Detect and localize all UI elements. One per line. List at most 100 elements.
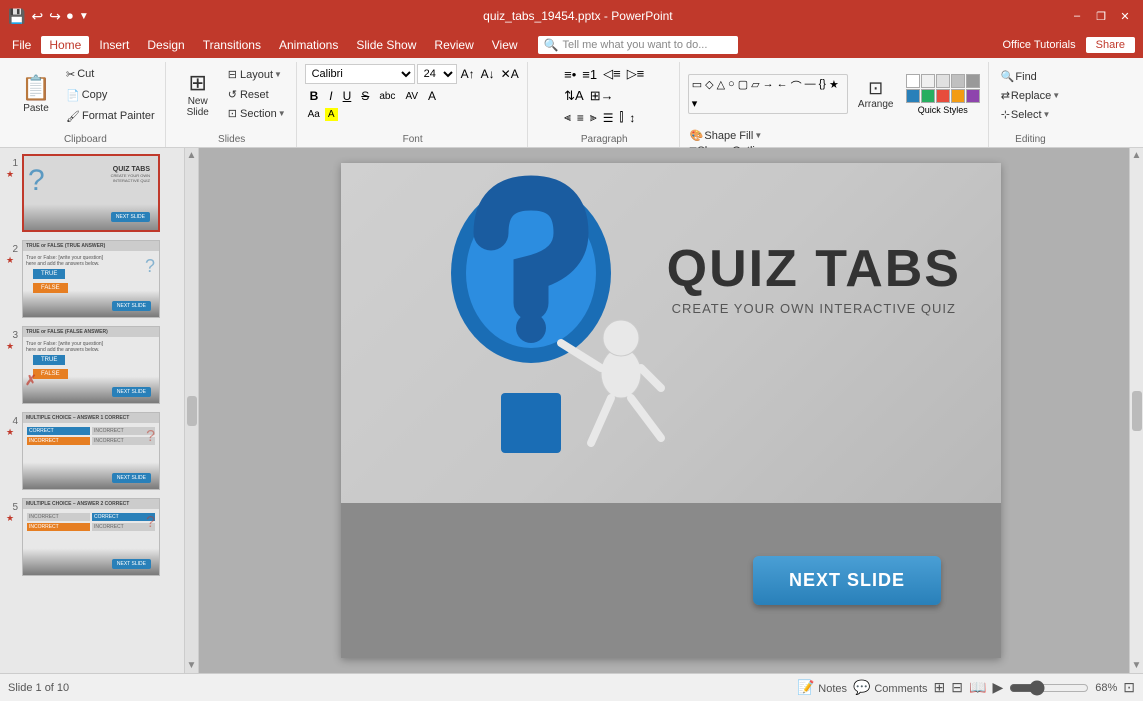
menu-transitions[interactable]: Transitions — [195, 36, 269, 54]
slides-scrollbar[interactable]: ▲ ▼ — [185, 148, 199, 673]
increase-indent-button[interactable]: ▷≡ — [625, 64, 647, 84]
qs-cell-1[interactable] — [906, 74, 920, 88]
text-direction-button[interactable]: ⇅A — [562, 86, 586, 106]
menu-file[interactable]: File — [4, 36, 39, 54]
normal-view-button[interactable]: ⊞ — [934, 679, 946, 696]
ribbon-search[interactable]: Tell me what you want to do... — [563, 39, 708, 51]
replace-button[interactable]: ⇄ Replace ▼ — [997, 87, 1065, 104]
slide-preview-1[interactable]: QUIZ TABS CREATE YOUR OWN INTERACTIVE QU… — [22, 154, 160, 232]
shape-more[interactable]: ▾ — [691, 96, 699, 111]
close-button[interactable]: ✕ — [1115, 6, 1135, 26]
decrease-indent-button[interactable]: ◁≡ — [601, 64, 623, 84]
col-button[interactable]: ⫿ — [617, 108, 625, 127]
qs-cell-4[interactable] — [951, 74, 965, 88]
slide-preview-2[interactable]: TRUE or FALSE (TRUE ANSWER) True or Fals… — [22, 240, 160, 318]
section-button[interactable]: ⊡ Section ▼ — [224, 105, 290, 122]
shape-diamond[interactable]: ◇ — [704, 77, 714, 95]
notes-button[interactable]: 📝 Notes — [797, 679, 847, 696]
font-size-select[interactable]: 24 — [417, 64, 457, 84]
quick-styles-button[interactable]: Quick Styles — [904, 72, 982, 117]
scroll-up-arrow[interactable]: ▲ — [187, 150, 197, 161]
redo-icon[interactable]: ↪ — [49, 8, 61, 25]
qs-cell-7[interactable] — [921, 89, 935, 103]
shape-circle[interactable]: ○ — [727, 77, 736, 95]
slideshow-button[interactable]: ▶ — [992, 679, 1003, 696]
find-button[interactable]: 🔍 Find — [997, 68, 1041, 85]
fit-window-button[interactable]: ⊡ — [1123, 679, 1135, 696]
shape-arrow-r[interactable]: → — [762, 77, 775, 95]
menu-review[interactable]: Review — [426, 36, 481, 54]
align-center-button[interactable]: ≡ — [575, 109, 586, 127]
undo-icon[interactable]: ↩ — [31, 8, 43, 25]
select-button[interactable]: ⊹ Select ▼ — [997, 106, 1055, 123]
slide-preview-3[interactable]: TRUE or FALSE (FALSE ANSWER) True or Fal… — [22, 326, 160, 404]
slide-thumb-5[interactable]: 5 ★ MULTIPLE CHOICE – ANSWER 2 CORRECT I… — [4, 496, 180, 578]
qs-cell-8[interactable] — [936, 89, 950, 103]
reset-button[interactable]: ↺ Reset — [224, 84, 290, 104]
bold-button[interactable]: B — [305, 86, 324, 106]
convert-to-smartart-button[interactable]: ⊞→ — [588, 86, 616, 106]
record-icon[interactable]: ⏺ — [67, 9, 73, 24]
align-right-button[interactable]: ⫸ — [588, 108, 599, 127]
shape-rnd-rect[interactable]: ▢ — [737, 77, 749, 95]
shape-star[interactable]: ★ — [828, 77, 840, 95]
slide-thumb-4[interactable]: 4 ★ MULTIPLE CHOICE – ANSWER 1 CORRECT C… — [4, 410, 180, 492]
cut-button[interactable]: ✂ Cut — [62, 64, 159, 84]
font-color-button[interactable]: A — [424, 87, 440, 105]
italic-button[interactable]: I — [325, 87, 336, 105]
scroll-down-arrow[interactable]: ▼ — [187, 660, 197, 671]
align-left-button[interactable]: ⫷ — [562, 108, 573, 127]
restore-button[interactable]: ❐ — [1091, 6, 1111, 26]
shape-brace[interactable]: {} — [818, 77, 827, 95]
copy-button[interactable]: 📄 Copy — [62, 85, 159, 105]
strikethrough-button[interactable]: S — [357, 87, 373, 105]
qs-cell-6[interactable] — [906, 89, 920, 103]
next-slide-button[interactable]: NEXT SLIDE — [753, 556, 941, 605]
menu-animations[interactable]: Animations — [271, 36, 346, 54]
decrease-font-button[interactable]: A↓ — [479, 65, 497, 83]
qs-cell-3[interactable] — [936, 74, 950, 88]
slide-thumb-1[interactable]: 1 ★ QUIZ TABS CREATE YOUR OWN INTERACTIV… — [4, 152, 180, 234]
canvas-scroll-down[interactable]: ▼ — [1132, 660, 1142, 671]
menu-view[interactable]: View — [484, 36, 526, 54]
slide-sorter-button[interactable]: ⊟ — [951, 679, 963, 696]
line-spacing-button[interactable]: ↕ — [627, 109, 637, 127]
scroll-thumb[interactable] — [187, 396, 197, 426]
justify-button[interactable]: ☰ — [601, 109, 616, 127]
clear-format-button[interactable]: ✕A — [499, 65, 521, 83]
share-button[interactable]: Share — [1086, 37, 1135, 53]
slide-preview-4[interactable]: MULTIPLE CHOICE – ANSWER 1 CORRECT CORRE… — [22, 412, 160, 490]
menu-design[interactable]: Design — [139, 36, 192, 54]
customize-icon[interactable]: ▼ — [79, 11, 89, 22]
shape-arrow-l[interactable]: ← — [776, 77, 789, 95]
save-icon[interactable]: 💾 — [8, 8, 25, 25]
shadow-button[interactable]: abc — [375, 89, 399, 104]
char-spacing-button[interactable]: AV — [401, 89, 422, 104]
paste-button[interactable]: 📋 Paste — [12, 64, 60, 124]
bullet-list-button[interactable]: ≡• — [562, 65, 578, 84]
new-slide-button[interactable]: ⊞ NewSlide — [174, 64, 222, 124]
change-case-button[interactable]: Aa — [305, 108, 323, 121]
menu-slideshow[interactable]: Slide Show — [348, 36, 424, 54]
number-list-button[interactable]: ≡1 — [580, 65, 599, 84]
minimize-button[interactable]: – — [1067, 6, 1087, 26]
comments-button[interactable]: 💬 Comments — [853, 679, 928, 696]
canvas-scroll-up[interactable]: ▲ — [1132, 150, 1142, 161]
reading-view-button[interactable]: 📖 — [969, 679, 986, 696]
font-name-select[interactable]: Calibri — [305, 64, 415, 84]
menu-home[interactable]: Home — [41, 36, 89, 54]
increase-font-button[interactable]: A↑ — [459, 65, 477, 83]
zoom-slider[interactable] — [1009, 681, 1089, 695]
underline-button[interactable]: U — [339, 87, 356, 105]
slide-preview-5[interactable]: MULTIPLE CHOICE – ANSWER 2 CORRECT INCOR… — [22, 498, 160, 576]
slide-thumb-3[interactable]: 3 ★ TRUE or FALSE (FALSE ANSWER) True or… — [4, 324, 180, 406]
canvas-scroll-thumb[interactable] — [1132, 391, 1142, 431]
shape-para[interactable]: ▱ — [750, 77, 760, 95]
canvas-scrollbar[interactable]: ▲ ▼ — [1129, 148, 1143, 673]
shape-triangle[interactable]: △ — [716, 77, 726, 95]
shape-rect[interactable]: ▭ — [691, 77, 703, 95]
arrange-button[interactable]: ⊡ Arrange — [850, 64, 902, 124]
layout-button[interactable]: ⊟ Layout ▼ — [224, 66, 290, 83]
qs-cell-9[interactable] — [951, 89, 965, 103]
format-painter-button[interactable]: 🖌 Format Painter — [62, 106, 159, 126]
